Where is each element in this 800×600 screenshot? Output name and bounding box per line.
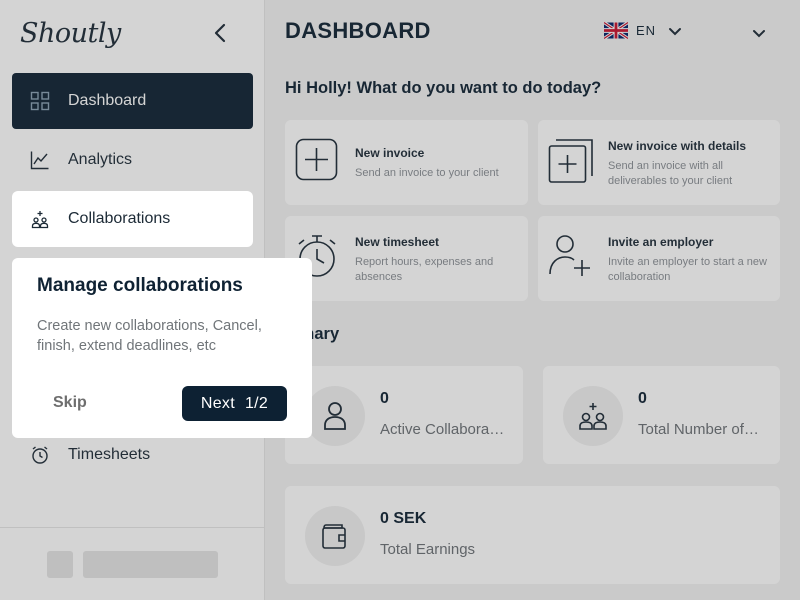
next-label: Next (200, 394, 235, 412)
tour-popover: Manage collaborations Create new collabo… (12, 258, 312, 438)
sidebar-item-label: Collaborations (68, 210, 171, 227)
tour-title: Manage collaborations (37, 275, 243, 296)
next-button[interactable]: Next 1/2 (182, 386, 287, 421)
sidebar-item-collaborations[interactable]: Collaborations (12, 191, 253, 247)
collaborations-icon (30, 209, 50, 229)
step-counter: 1/2 (244, 394, 269, 412)
tour-description: Create new collaborations, Cancel, finis… (37, 318, 262, 354)
skip-button[interactable]: Skip (53, 394, 87, 412)
